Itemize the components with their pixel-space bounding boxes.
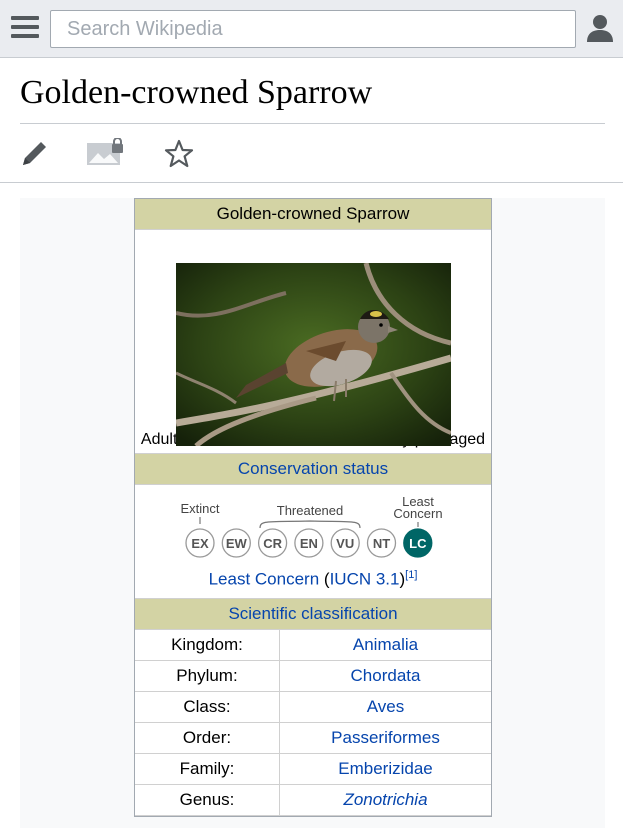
infobox-title: Golden-crowned Sparrow (135, 199, 491, 230)
scientific-classification-heading[interactable]: Scientific classification (135, 599, 491, 630)
status-code-label: CR (263, 536, 282, 551)
least-concern-link[interactable]: Least Concern (209, 570, 320, 589)
top-bar (0, 0, 623, 58)
taxonomy-row: Order: Passeriformes (135, 723, 491, 754)
title-divider (20, 123, 605, 124)
status-label-extinct: Extinct (180, 501, 219, 516)
status-label-threatened: Threatened (277, 503, 344, 518)
conservation-status-heading[interactable]: Conservation status (135, 454, 491, 485)
taxonomy-row: Kingdom: Animalia (135, 630, 491, 661)
infobox: Golden-crowned Sparrow Adult; Conservati… (134, 198, 492, 817)
taxonomy-label: Family: (135, 754, 280, 784)
actions-divider (0, 182, 623, 183)
hamburger-menu-icon[interactable] (11, 16, 39, 42)
taxonomy-value-link[interactable]: Zonotrichia (280, 785, 491, 815)
taxonomy-label: Phylum: (135, 661, 280, 691)
pencil-icon[interactable] (20, 138, 50, 168)
taxonomy-value-link[interactable]: Animalia (280, 630, 491, 660)
taxonomy-row: Family: Emberizidae (135, 754, 491, 785)
taxonomy-row: Genus: Zonotrichia (135, 785, 491, 816)
taxonomy-table: Kingdom: Animalia Phylum: Chordata Class: Ave… (135, 630, 491, 816)
image-locked-icon[interactable] (86, 137, 126, 168)
status-code-label: EN (300, 536, 318, 551)
taxonomy-label: Kingdom: (135, 630, 280, 660)
status-code-label: LC (409, 536, 427, 551)
status-scale-chart[interactable]: Extinct Threatened Least Concern EX EW CR E… (178, 493, 448, 563)
taxonomy-value-link[interactable]: Passeriformes (280, 723, 491, 753)
taxonomy-value-link[interactable]: Aves (280, 692, 491, 722)
infobox-image-cell (135, 230, 491, 446)
taxonomy-value-link[interactable]: Chordata (280, 661, 491, 691)
search-input[interactable] (50, 10, 576, 48)
iucn-link[interactable]: IUCN 3.1 (330, 570, 400, 589)
status-code-label: VU (336, 536, 354, 551)
taxonomy-row: Class: Aves (135, 692, 491, 723)
taxonomy-value-link[interactable]: Emberizidae (280, 754, 491, 784)
star-icon[interactable] (164, 139, 194, 169)
reference-link[interactable]: [1] (405, 569, 417, 581)
user-icon[interactable] (585, 13, 615, 43)
taxonomy-label: Class: (135, 692, 280, 722)
status-code-label: EX (191, 536, 209, 551)
taxonomy-label: Order: (135, 723, 280, 753)
status-label-concern: Concern (393, 506, 442, 521)
taxonomy-label: Genus: (135, 785, 280, 815)
status-line: Least Concern (IUCN 3.1)[1] (209, 569, 418, 590)
page-title: Golden-crowned Sparrow (20, 74, 373, 111)
status-code-label: EW (226, 536, 248, 551)
taxonomy-row: Phylum: Chordata (135, 661, 491, 692)
conservation-status-cell: Extinct Threatened Least Concern EX EW CR E… (135, 485, 491, 599)
status-code-label: NT (373, 536, 390, 551)
sparrow-photo[interactable] (175, 263, 451, 446)
